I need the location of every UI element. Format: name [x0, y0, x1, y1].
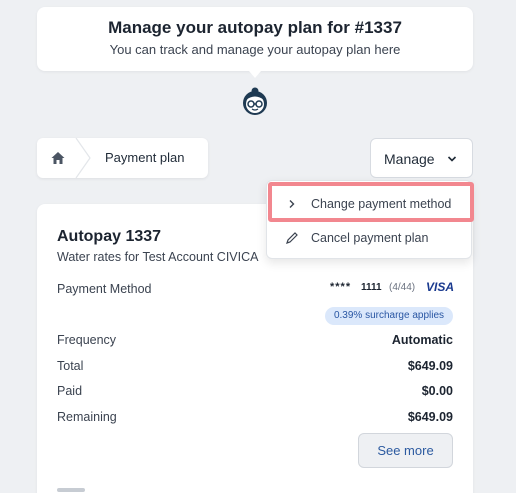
menu-item-cancel-payment-plan[interactable]: Cancel payment plan — [267, 221, 473, 255]
surcharge-badge: 0.39% surcharge applies — [325, 307, 453, 325]
chevron-down-icon — [447, 156, 457, 162]
manage-button-label: Manage — [384, 151, 435, 167]
breadcrumb: Payment plan — [37, 138, 208, 178]
page-title: Manage your autopay plan for #1337 — [108, 18, 402, 37]
manage-button[interactable]: Manage — [370, 138, 473, 178]
card-mask: **** — [330, 281, 352, 293]
frequency-value: Automatic — [391, 333, 453, 347]
visa-logo: VISA — [426, 280, 455, 294]
chevron-right-icon — [289, 200, 295, 208]
breadcrumb-separator-icon — [75, 138, 91, 178]
total-value: $649.09 — [407, 359, 453, 373]
next-section-fragment — [57, 488, 85, 492]
menu-item-label: Change payment method — [311, 197, 452, 211]
payment-method-label: Payment Method — [57, 282, 152, 296]
plan-header-card: Manage your autopay plan for #1337 You c… — [37, 7, 473, 78]
assistant-avatar-icon — [243, 87, 267, 115]
home-icon[interactable] — [50, 150, 66, 166]
manage-dropdown-menu: Change payment method Cancel payment pla… — [266, 180, 472, 259]
see-more-button[interactable]: See more — [358, 433, 453, 468]
menu-item-label: Cancel payment plan — [311, 231, 429, 245]
remaining-value: $649.09 — [407, 410, 453, 424]
remaining-label: Remaining — [57, 410, 117, 424]
pencil-icon — [286, 232, 298, 244]
plan-subtitle: Water rates for Test Account CIVICA — [57, 250, 259, 264]
breadcrumb-current[interactable]: Payment plan — [105, 150, 185, 165]
menu-item-change-payment-method[interactable]: Change payment method — [267, 187, 473, 221]
frequency-label: Frequency — [57, 333, 117, 347]
card-expiry: (4/44) — [389, 282, 416, 293]
paid-value: $0.00 — [421, 384, 453, 398]
card-last4: 1111 — [361, 282, 382, 293]
page-subtitle: You can track and manage your autopay pl… — [109, 42, 401, 57]
plan-title: Autopay 1337 — [57, 228, 162, 245]
total-label: Total — [57, 359, 84, 373]
paid-label: Paid — [57, 384, 83, 398]
